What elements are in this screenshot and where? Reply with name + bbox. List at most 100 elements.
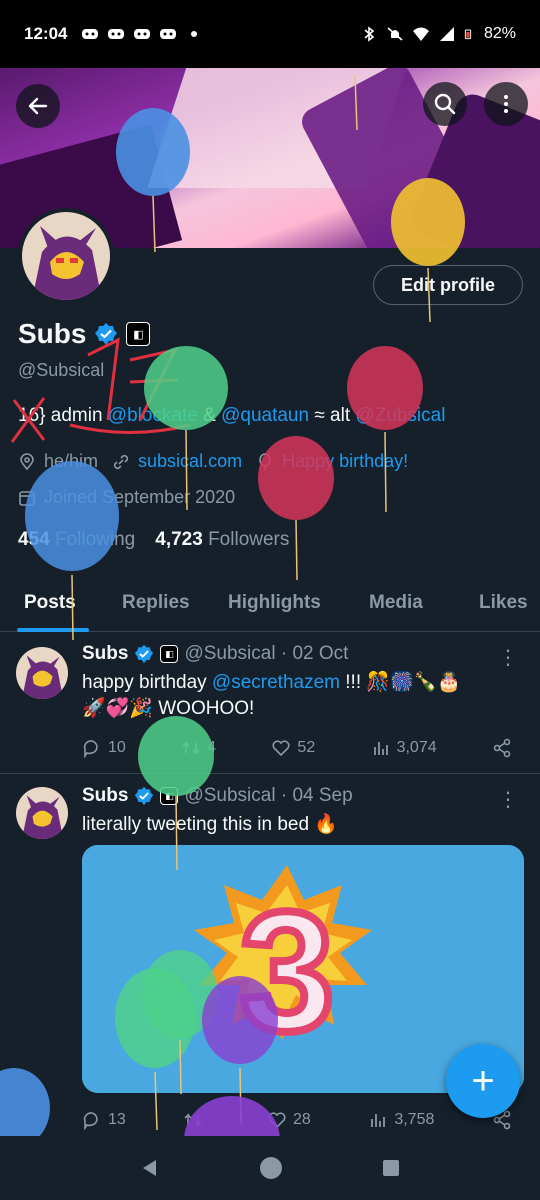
discord-icon: [160, 29, 177, 39]
verified-badge-icon: [135, 644, 154, 664]
profile-avatar[interactable]: [18, 208, 114, 304]
post-actions: 10 4 52 3,074: [82, 738, 512, 758]
views-button[interactable]: 3,758: [368, 1110, 434, 1130]
profile-tabs: Posts Replies Highlights Media Likes: [0, 580, 540, 632]
like-count: 28: [292, 1111, 311, 1128]
followers-label: Followers: [208, 529, 290, 550]
like-button[interactable]: 28: [267, 1110, 311, 1130]
reply-count: 10: [108, 739, 126, 756]
post-more-icon[interactable]: ⋮: [498, 787, 518, 812]
verified-badge-icon: [135, 786, 154, 806]
display-name: Subs: [18, 318, 87, 349]
post-author-name[interactable]: Subs: [82, 785, 128, 807]
compose-post-button[interactable]: +: [446, 1044, 520, 1118]
following-link[interactable]: 454 Following: [18, 529, 135, 551]
balloon-blue: [25, 461, 119, 571]
active-tab-indicator: [17, 628, 89, 632]
avatar-illustration: [22, 212, 110, 300]
post-header: Subs ◧ @Subsical · 04 Sep: [82, 785, 353, 807]
search-button[interactable]: [423, 82, 467, 126]
affiliate-badge-icon[interactable]: ◧: [126, 322, 151, 346]
share-icon: [493, 738, 511, 758]
following-label: Following: [54, 529, 136, 550]
post-avatar[interactable]: [16, 647, 68, 699]
bio-text-1: admin: [50, 405, 108, 426]
post-more-icon[interactable]: ⋮: [498, 645, 518, 670]
tab-media[interactable]: Media: [369, 592, 423, 614]
bluetooth-icon: [364, 26, 375, 42]
tab-replies[interactable]: Replies: [122, 592, 190, 614]
bio-text-2: &: [197, 405, 222, 426]
tab-likes[interactable]: Likes: [479, 592, 528, 614]
birthday-link[interactable]: Happy birthday!: [282, 451, 408, 472]
location-pin-icon: [20, 452, 34, 470]
discord-icon: [108, 29, 125, 39]
mute-icon: [387, 27, 403, 41]
post-avatar[interactable]: [16, 787, 68, 839]
share-button[interactable]: [492, 738, 512, 758]
tab-highlights[interactable]: Highlights: [228, 592, 321, 614]
views-icon: [373, 742, 388, 755]
post-text: happy birthday @secrethazem !!! 🎊🎆🍾🎂 🚀💞🎉…: [82, 670, 502, 722]
clock: 12:04: [24, 24, 68, 43]
bio-mention-zubsical[interactable]: @Zubsical: [355, 405, 445, 426]
like-button[interactable]: 52: [271, 738, 315, 758]
pronouns: he/him: [44, 451, 99, 471]
followers-count: 4,723: [155, 529, 203, 550]
reply-button[interactable]: 10: [82, 738, 126, 758]
followers-link[interactable]: 4,723 Followers: [155, 529, 289, 551]
views-button[interactable]: 3,074: [371, 738, 437, 758]
follow-stats: 454 Following 4,723 Followers: [18, 529, 289, 551]
arrow-left-icon: [28, 97, 48, 115]
post-item[interactable]: Subs ◧ @Subsical · 02 Oct ⋮ happy birthd…: [0, 633, 540, 774]
more-vertical-icon: [504, 95, 508, 113]
repost-button[interactable]: [183, 1110, 209, 1130]
home-nav-icon[interactable]: [259, 1156, 283, 1180]
repost-count: 4: [207, 739, 217, 756]
views-icon: [371, 1114, 386, 1127]
profile-name-row: Subs ◧: [18, 318, 151, 350]
repost-icon: [182, 741, 200, 755]
view-count: 3,758: [394, 1111, 435, 1128]
back-nav-icon[interactable]: [139, 1157, 161, 1179]
reply-count: 13: [108, 1111, 126, 1128]
profile-meta: he/him subsical.com Happy birthday!: [18, 451, 408, 472]
post-author-name[interactable]: Subs: [82, 643, 128, 665]
joined-row: Joined September 2020: [18, 487, 235, 508]
discord-icon: [134, 29, 151, 39]
repost-button[interactable]: 4: [181, 738, 216, 758]
joined-date: Joined September 2020: [44, 487, 236, 507]
more-options-button[interactable]: [484, 82, 528, 126]
battery-icon: [464, 29, 472, 40]
website-link[interactable]: subsical.com: [138, 451, 242, 472]
following-count: 454: [18, 529, 50, 550]
balloon-icon: [259, 452, 271, 470]
heart-icon: [272, 740, 290, 757]
reply-icon: [83, 740, 98, 758]
profile-handle: @Subsical: [18, 360, 105, 380]
post-mention[interactable]: @secrethazem: [212, 672, 340, 693]
post-text-part: 🚀💞🎉 WOOHOO!: [82, 698, 255, 719]
repost-icon: [184, 1113, 202, 1127]
notification-icons: [81, 26, 203, 42]
post-text: literally tweeting this in bed 🔥: [82, 814, 338, 835]
back-button[interactable]: [16, 84, 60, 128]
profile-bio: 16} admin @blockate & @quataun ≈ alt @Zu…: [18, 405, 445, 427]
affiliate-badge-icon: ◧: [160, 787, 179, 805]
view-count: 3,074: [396, 739, 437, 756]
image-number-3: 3: [240, 877, 335, 1067]
android-nav-bar: [0, 1136, 540, 1200]
verified-badge-icon: [95, 323, 118, 345]
reply-button[interactable]: 13: [82, 1110, 126, 1130]
post-handle-date: @Subsical · 04 Sep: [184, 785, 353, 806]
bio-mention-quataun[interactable]: @quataun: [221, 405, 309, 426]
post-handle-date: @Subsical · 02 Oct: [184, 643, 349, 664]
tab-posts[interactable]: Posts: [24, 592, 76, 614]
edit-profile-button[interactable]: Edit profile: [373, 265, 523, 305]
bio-mention-blockate[interactable]: @blockate: [108, 405, 198, 426]
battery-percent: 82%: [483, 25, 516, 42]
calendar-icon: [19, 490, 35, 506]
signal-icon: [439, 27, 454, 41]
discord-icon: [82, 29, 99, 39]
recents-nav-icon[interactable]: [381, 1158, 401, 1178]
